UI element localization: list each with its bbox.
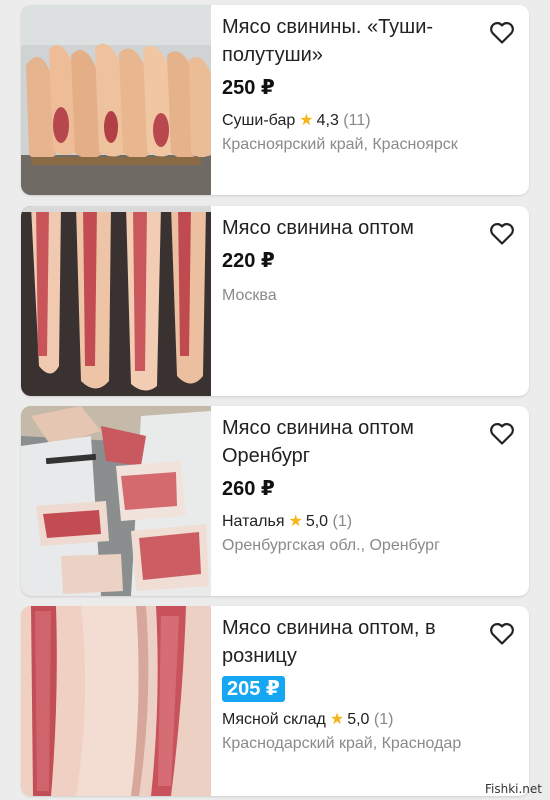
- listing-price: 205 ₽: [222, 676, 285, 702]
- review-count: (1): [373, 711, 394, 728]
- seller-rating: 5,0: [305, 513, 329, 530]
- listing-price: 260 ₽: [222, 478, 275, 500]
- review-count: (11): [343, 112, 371, 129]
- listing-title[interactable]: Мясо свинины. «Туши-полутуши»: [222, 13, 489, 69]
- listing-image[interactable]: [21, 406, 211, 596]
- pork-sides-closeup-photo: [21, 606, 211, 796]
- seller-name: Наталья: [222, 513, 285, 530]
- listing-card[interactable]: Мясо свинина оптом Оренбург 260 ₽ Наталь…: [21, 406, 529, 596]
- pork-carcasses-photo: [21, 5, 211, 195]
- seller-line: Мясной склад ★ 5,0 (1): [222, 710, 489, 730]
- review-count: (1): [332, 513, 353, 530]
- listing-image[interactable]: [21, 606, 211, 796]
- heart-outline-icon[interactable]: [489, 422, 515, 446]
- listing-price: 250 ₽: [222, 77, 275, 99]
- seller-rating: 5,0: [347, 711, 370, 728]
- listing-price: 220 ₽: [222, 250, 275, 272]
- star-icon: ★: [288, 513, 303, 530]
- seller-line: Суши-бар ★ 4,3 (11): [222, 111, 489, 131]
- listing-location: Красноярский край, Красноярск: [222, 136, 458, 153]
- pork-sides-photo: [21, 206, 211, 396]
- star-icon: ★: [299, 112, 314, 129]
- listing-location: Москва: [222, 287, 277, 304]
- heart-outline-icon[interactable]: [489, 222, 515, 246]
- listing-card[interactable]: Мясо свинина оптом, в розницу 205 ₽ Мясн…: [21, 606, 529, 796]
- listing-location: Краснодарский край, Краснодар: [222, 735, 462, 752]
- listing-card[interactable]: Мясо свинина оптом 220 ₽ Москва: [21, 206, 529, 396]
- pork-cuts-photo: [21, 406, 211, 596]
- listing-image[interactable]: [21, 5, 211, 195]
- heart-outline-icon[interactable]: [489, 21, 515, 45]
- listing-location: Оренбургская обл., Оренбург: [222, 537, 440, 554]
- watermark: Fishki.net: [484, 782, 542, 796]
- heart-outline-icon[interactable]: [489, 622, 515, 646]
- listing-title[interactable]: Мясо свинина оптом: [222, 214, 489, 242]
- seller-name: Мясной склад: [222, 711, 326, 728]
- listing-title[interactable]: Мясо свинина оптом, в розницу: [222, 614, 489, 670]
- seller-rating: 4,3: [316, 112, 339, 129]
- seller-name: Суши-бар: [222, 112, 296, 129]
- listing-title[interactable]: Мясо свинина оптом Оренбург: [222, 414, 489, 470]
- seller-line: Наталья ★ 5,0 (1): [222, 512, 489, 532]
- star-icon: ★: [329, 711, 345, 728]
- listing-image[interactable]: [21, 206, 211, 396]
- listing-card[interactable]: Мясо свинины. «Туши-полутуши» 250 ₽ Суши…: [21, 5, 529, 195]
